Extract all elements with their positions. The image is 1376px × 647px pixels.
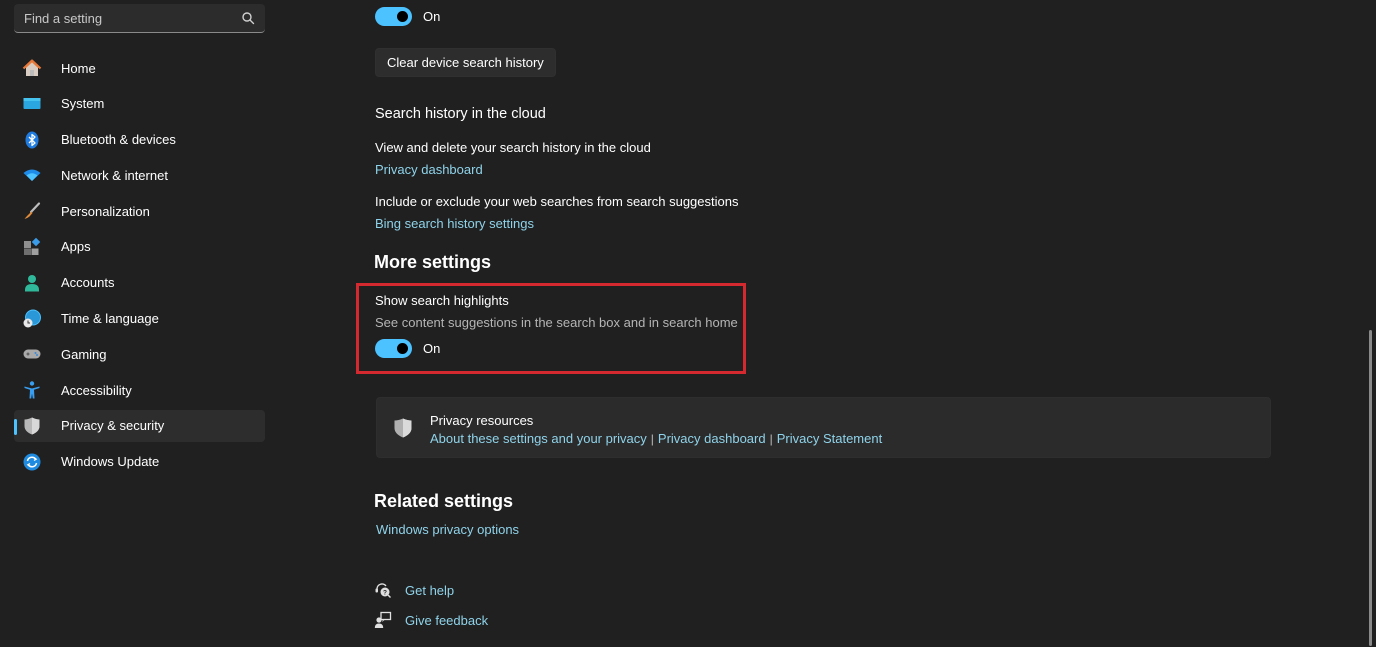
toggle-state-label: On [423,9,441,24]
privacy-resources-title: Privacy resources [430,413,534,428]
toggle-knob [397,11,408,22]
search-box[interactable] [14,4,265,33]
feedback-icon [374,611,392,628]
related-settings-title: Related settings [374,491,514,511]
sidebar-item-label: Accounts [61,275,115,291]
wifi-icon [22,165,42,185]
sidebar-item-label: Windows Update [61,454,160,470]
get-help-row[interactable]: ? Get help [374,581,454,599]
cloud-history-heading: Search history in the cloud [375,106,546,122]
gamepad-icon [22,344,42,364]
accessibility-icon [22,380,42,400]
sidebar-item-label: Gaming [61,346,107,362]
brush-icon [22,201,42,221]
sidebar-item-privacy-security[interactable]: Privacy & security [14,409,265,442]
sidebar-item-accessibility[interactable]: Accessibility [14,374,265,406]
privacy-dashboard-resource-link[interactable]: Privacy dashboard [658,431,766,446]
privacy-statement-link[interactable]: Privacy Statement [777,431,883,446]
toggle-state-label: On [423,341,441,356]
sidebar-item-gaming[interactable]: Gaming [14,338,265,370]
include-exclude-text: Include or exclude your web searches fro… [375,194,739,209]
help-icon: ? [375,583,391,598]
shield-icon [22,416,42,436]
show-search-highlights-description: See content suggestions in the search bo… [375,315,738,330]
apps-icon [22,237,42,257]
get-help-link[interactable]: Get help [405,583,454,598]
search-input[interactable] [24,10,241,26]
search-highlights-toggle[interactable] [375,339,412,358]
globe-clock-icon [22,309,42,329]
update-icon [22,452,42,472]
shield-icon [394,418,412,438]
sidebar-item-apps[interactable]: Apps [14,231,265,263]
sidebar-item-network[interactable]: Network & internet [14,159,265,191]
view-delete-text: View and delete your search history in t… [375,140,651,155]
sidebar-item-label: Accessibility [61,382,132,398]
svg-text:?: ? [383,590,387,597]
bluetooth-icon [22,130,42,150]
sidebar-nav: Home System Bluetooth & devices Network … [14,52,265,482]
bing-search-history-link[interactable]: Bing search history settings [375,216,534,231]
give-feedback-row[interactable]: Give feedback [374,611,488,629]
sidebar-item-windows-update[interactable]: Windows Update [14,446,265,478]
settings-window: Home System Bluetooth [0,0,1376,647]
sidebar-item-bluetooth[interactable]: Bluetooth & devices [14,124,265,156]
sidebar-item-label: Apps [61,239,91,255]
give-feedback-link[interactable]: Give feedback [405,613,488,628]
windows-privacy-options-link[interactable]: Windows privacy options [376,522,519,537]
more-settings-title: More settings [374,252,492,272]
sidebar-item-time-language[interactable]: Time & language [14,303,265,335]
home-icon [22,58,42,78]
search-history-toggle[interactable] [375,7,412,26]
sidebar-item-system[interactable]: System [14,88,265,120]
sidebar-item-label: Personalization [61,203,150,219]
search-history-toggle-row: On [375,7,440,26]
privacy-resources-links: About these settings and your privacy | … [430,431,882,446]
clear-device-search-history-button[interactable]: Clear device search history [375,48,556,77]
sidebar-item-label: Time & language [61,311,159,327]
about-settings-privacy-link[interactable]: About these settings and your privacy [430,431,647,446]
sidebar-item-home[interactable]: Home [14,52,265,84]
search-highlights-toggle-row: On [375,339,440,358]
link-separator: | [650,431,654,446]
main-content: On Clear device search history Search hi… [356,0,1376,647]
person-icon [22,273,42,293]
sidebar-item-label: System [61,96,105,112]
sidebar-item-label: Home [61,60,96,76]
selected-indicator [14,418,17,435]
toggle-knob [397,343,408,354]
privacy-resources-card: Privacy resources About these settings a… [376,397,1271,458]
sidebar: Home System Bluetooth [0,0,280,647]
link-separator: | [769,431,773,446]
sidebar-item-accounts[interactable]: Accounts [14,267,265,299]
system-icon [22,94,42,114]
sidebar-item-label: Privacy & security [61,418,165,434]
show-search-highlights-label: Show search highlights [375,293,509,308]
sidebar-item-label: Network & internet [61,167,168,183]
privacy-dashboard-link[interactable]: Privacy dashboard [375,162,483,177]
sidebar-item-label: Bluetooth & devices [61,132,176,148]
search-icon[interactable] [241,11,255,25]
vertical-scrollbar[interactable] [1369,330,1372,646]
sidebar-item-personalization[interactable]: Personalization [14,195,265,227]
